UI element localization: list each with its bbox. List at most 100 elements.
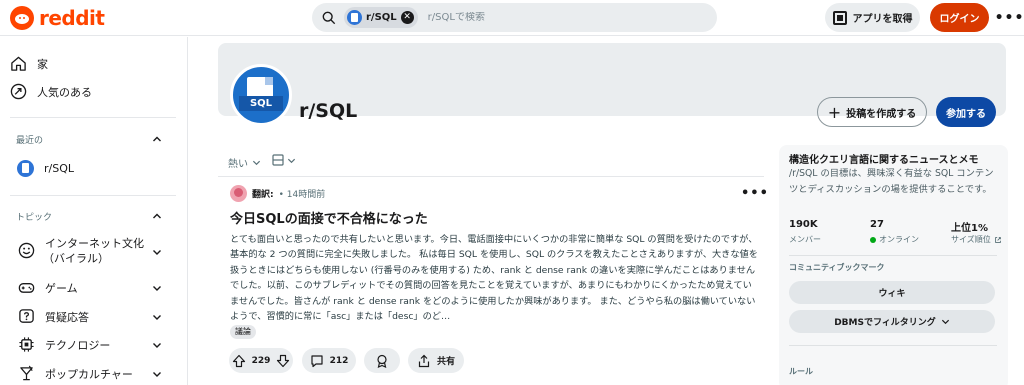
login-button[interactable]: ログイン <box>930 3 989 32</box>
sidebar-item-internet-culture[interactable]: インターネット文化 （バイラル） <box>18 236 144 266</box>
sidebar-item-qa[interactable]: 質疑応答 <box>18 308 89 325</box>
feed-divider <box>218 176 764 177</box>
chevron-down-icon[interactable] <box>152 247 162 257</box>
sidebar-item-label: 質疑応答 <box>45 310 89 324</box>
sidebar-item-label: インターネット文化 <box>45 237 144 250</box>
left-sidebar: 家 人気のある 最近の r/SQL トピック インターネット文化 （バイラル） … <box>0 37 188 385</box>
comment-count: 212 <box>329 355 349 366</box>
sidebar-item-label-2: （バイラル） <box>43 252 109 265</box>
popular-icon <box>10 83 27 100</box>
sidebar-item-home[interactable]: 家 <box>10 55 48 72</box>
chevron-up-icon[interactable] <box>152 134 162 144</box>
sidebar-item-r-sql[interactable]: r/SQL <box>17 160 74 177</box>
vote-bar: 229 <box>229 348 293 373</box>
recent-section-title: 最近の <box>16 136 44 146</box>
wiki-label: ウィキ <box>878 289 906 299</box>
search-input[interactable] <box>427 12 628 23</box>
sidebar-item-popular[interactable]: 人気のある <box>10 83 92 100</box>
sidebar-item-technology[interactable]: テクノロジー <box>18 336 110 353</box>
post-more-button[interactable]: ••• <box>741 186 769 201</box>
dbms-filter-button[interactable]: DBMSでフィルタリング <box>789 310 995 333</box>
sidebar-item-pop-culture[interactable]: ポップカルチャー <box>18 365 133 382</box>
share-button[interactable]: 共有 <box>408 348 464 373</box>
sql-logo-fold <box>265 77 273 85</box>
award-icon <box>377 354 387 368</box>
join-button[interactable]: 参加する <box>936 97 996 127</box>
gamepad-icon <box>18 283 35 293</box>
post-title[interactable]: 今日SQLの面接で不合格になった <box>230 208 428 227</box>
sidebar-item-label: 人気のある <box>37 85 92 99</box>
create-post-label: 投稿を作成する <box>846 108 917 120</box>
sidebar-item-label: 家 <box>37 57 48 71</box>
search-bar[interactable]: r/SQL ✕ <box>312 3 717 32</box>
post-meta: 翻訳: • 14時間前 <box>230 185 325 202</box>
logo-text: reddit <box>39 6 105 30</box>
rank-label[interactable]: サイズ順位 <box>951 234 1002 245</box>
view-layout-dropdown[interactable] <box>272 154 296 166</box>
get-app-button[interactable]: アプリを取得 <box>825 3 920 32</box>
chevron-down-icon[interactable] <box>152 283 162 293</box>
members-label: メンバー <box>789 234 821 245</box>
share-icon <box>418 354 430 367</box>
online-dot-icon <box>870 236 876 243</box>
sidebar-item-label: ポップカルチャー <box>45 367 133 381</box>
downvote-icon[interactable] <box>276 354 290 368</box>
search-scope-chip[interactable]: r/SQL ✕ <box>344 7 418 28</box>
sidebar-item-games[interactable]: ゲーム <box>18 279 78 296</box>
smiley-icon <box>18 242 35 259</box>
chevron-down-icon <box>252 160 261 166</box>
reddit-logo-icon <box>10 6 34 30</box>
author-avatar[interactable] <box>230 185 247 202</box>
popculture-icon <box>20 365 33 381</box>
members-label-text: メンバー <box>789 235 821 244</box>
comments-button[interactable]: 212 <box>302 348 356 373</box>
remove-scope-icon[interactable]: ✕ <box>400 11 414 24</box>
sidebar-item-label: テクノロジー <box>45 338 111 352</box>
chevron-down-icon <box>287 158 296 163</box>
home-icon <box>11 56 26 71</box>
sql-logo-text: SQL <box>239 96 283 111</box>
sort-dropdown[interactable]: 熱い <box>228 155 261 170</box>
chevron-down-icon[interactable] <box>152 369 162 379</box>
topics-section-title: トピック <box>16 213 53 223</box>
dbms-filter-label: DBMSでフィルタリング <box>834 318 936 328</box>
rank-value: 上位1% <box>951 223 988 234</box>
post-body[interactable]: とても面白いと思ったので共有したいと思います。今日、電話面接中にいくつかの非常に… <box>230 232 760 324</box>
create-post-button[interactable]: + 投稿を作成する <box>817 97 927 127</box>
reddit-logo[interactable]: reddit <box>10 6 105 30</box>
share-label: 共有 <box>436 357 455 367</box>
online-count: 27 <box>870 219 884 230</box>
rules-title: ルール <box>789 367 813 376</box>
question-icon <box>19 309 34 323</box>
post-flair[interactable]: 議論 <box>230 325 256 339</box>
wiki-bookmark-button[interactable]: ウィキ <box>789 281 995 304</box>
post-author[interactable]: 翻訳: <box>252 187 274 200</box>
sidebar-item-label: ゲーム <box>45 281 78 295</box>
plus-icon: + <box>827 102 842 122</box>
chevron-down-icon <box>941 319 949 325</box>
chip-icon <box>19 337 34 352</box>
online-label: オンライン <box>870 234 919 245</box>
chevron-up-icon[interactable] <box>152 211 162 221</box>
members-count: 190K <box>789 219 818 230</box>
more-options-button[interactable]: ••• <box>995 3 1024 32</box>
card-view-icon <box>272 154 284 166</box>
sql-subreddit-icon <box>17 160 34 177</box>
about-title: 構造化クエリ言語に関するニュースとメモ <box>789 155 979 166</box>
post-time: • 14時間前 <box>278 190 326 200</box>
sort-label: 熱い <box>228 159 248 170</box>
get-app-label: アプリを取得 <box>852 14 913 25</box>
search-scope-label: r/SQL <box>366 12 397 23</box>
search-icon <box>322 11 336 24</box>
award-button[interactable] <box>364 348 400 373</box>
chevron-down-icon[interactable] <box>152 340 162 350</box>
panel-divider <box>789 255 997 256</box>
sidebar-item-label: r/SQL <box>44 162 74 175</box>
community-avatar: SQL <box>230 64 292 126</box>
bookmarks-title: コミュニティブックマーク <box>789 263 885 272</box>
upvote-icon[interactable] <box>232 354 246 368</box>
qr-code-icon <box>832 10 847 25</box>
vote-count: 229 <box>251 355 271 366</box>
chevron-down-icon[interactable] <box>152 312 162 322</box>
rank-label-text: サイズ順位 <box>951 235 991 244</box>
